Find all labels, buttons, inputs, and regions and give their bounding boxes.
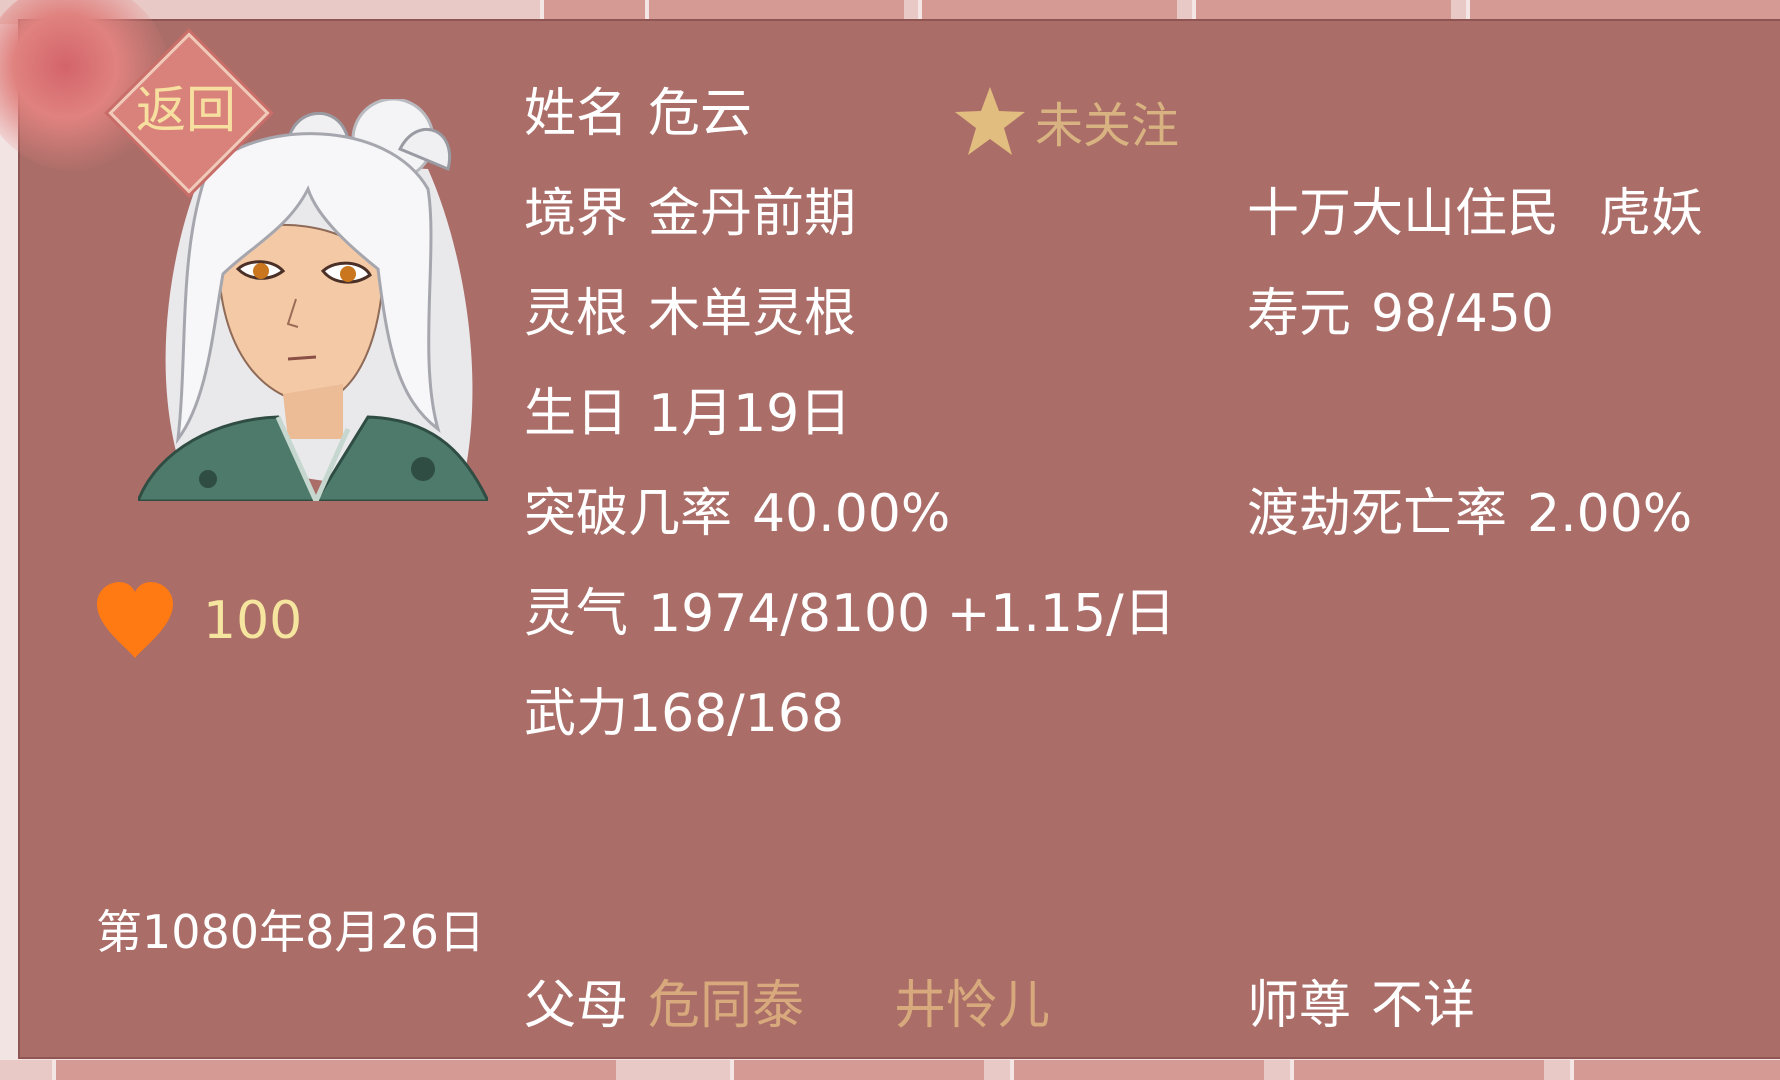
background-card — [730, 1060, 984, 1080]
parents-label: 父母 — [524, 976, 629, 1036]
game-date: 第1080年8月26日 — [96, 905, 485, 959]
birthday-row: 生日 1月19日 — [524, 382, 851, 446]
origin-value: 十万大山住民 — [1247, 184, 1560, 244]
spirit-root-label: 灵根 — [524, 284, 629, 344]
breakthrough-row: 突破几率 40.00% — [524, 482, 950, 546]
follow-status: 未关注 — [1035, 98, 1180, 154]
lifespan-row: 寿元 98/450 — [1247, 282, 1554, 346]
tribulation-row: 渡劫死亡率 2.00% — [1247, 482, 1692, 546]
character-name: 危云 — [648, 84, 753, 144]
realm-row: 境界 金丹前期 — [524, 182, 856, 246]
origin-row: 十万大山住民 虎妖 — [1247, 182, 1703, 246]
tribulation-value: 2.00% — [1527, 484, 1693, 544]
breakthrough-value: 40.00% — [752, 484, 951, 544]
favor-display: 100 — [95, 581, 302, 661]
back-button-label: 返回 — [136, 81, 236, 139]
force-value: 武力168/168 — [524, 684, 845, 744]
realm-value: 金丹前期 — [648, 184, 857, 244]
breakthrough-label: 突破几率 — [524, 484, 733, 544]
tribulation-label: 渡劫死亡率 — [1247, 484, 1508, 544]
star-icon — [955, 87, 1025, 155]
birthday-label: 生日 — [524, 384, 629, 444]
background-card — [1290, 1060, 1544, 1080]
lifespan-value: 98/450 — [1371, 284, 1554, 344]
qi-label: 灵气 — [524, 584, 629, 644]
realm-label: 境界 — [524, 184, 629, 244]
background-character-strip-bottom — [0, 1060, 1780, 1080]
master-value: 不详 — [1371, 976, 1476, 1036]
master-row: 师尊 不详 — [1247, 974, 1475, 1038]
background-card — [1010, 1060, 1264, 1080]
qi-value: 1974/8100 +1.15/日 — [648, 584, 1176, 644]
background-card — [1570, 1060, 1780, 1080]
spirit-root-row: 灵根 木单灵根 — [524, 282, 856, 346]
birthday-value: 1月19日 — [648, 384, 852, 444]
force-row: 武力168/168 — [524, 682, 844, 746]
spirit-root-value: 木单灵根 — [648, 284, 857, 344]
back-button[interactable]: 返回 — [108, 32, 270, 194]
master-label: 师尊 — [1247, 976, 1352, 1036]
lifespan-label: 寿元 — [1247, 284, 1352, 344]
qi-row: 灵气 1974/8100 +1.15/日 — [524, 582, 1176, 646]
character-detail-panel: 返回 100 第1080年8月26日 姓名 危云 未关注 境界 金丹前期 十万大山住… — [0, 0, 1780, 1059]
name-label: 姓名 — [524, 84, 629, 144]
race-value: 虎妖 — [1599, 184, 1704, 244]
mother-link[interactable]: 井怜儿 — [894, 976, 1050, 1036]
follow-button[interactable]: 未关注 — [953, 83, 1179, 159]
father-link[interactable]: 危同泰 — [648, 976, 804, 1036]
background-card — [52, 1060, 616, 1080]
parents-row: 父母 危同泰 井怜儿 — [524, 974, 1050, 1038]
heart-icon — [97, 582, 173, 658]
name-row: 姓名 危云 — [524, 82, 752, 146]
favor-value: 100 — [203, 591, 303, 651]
